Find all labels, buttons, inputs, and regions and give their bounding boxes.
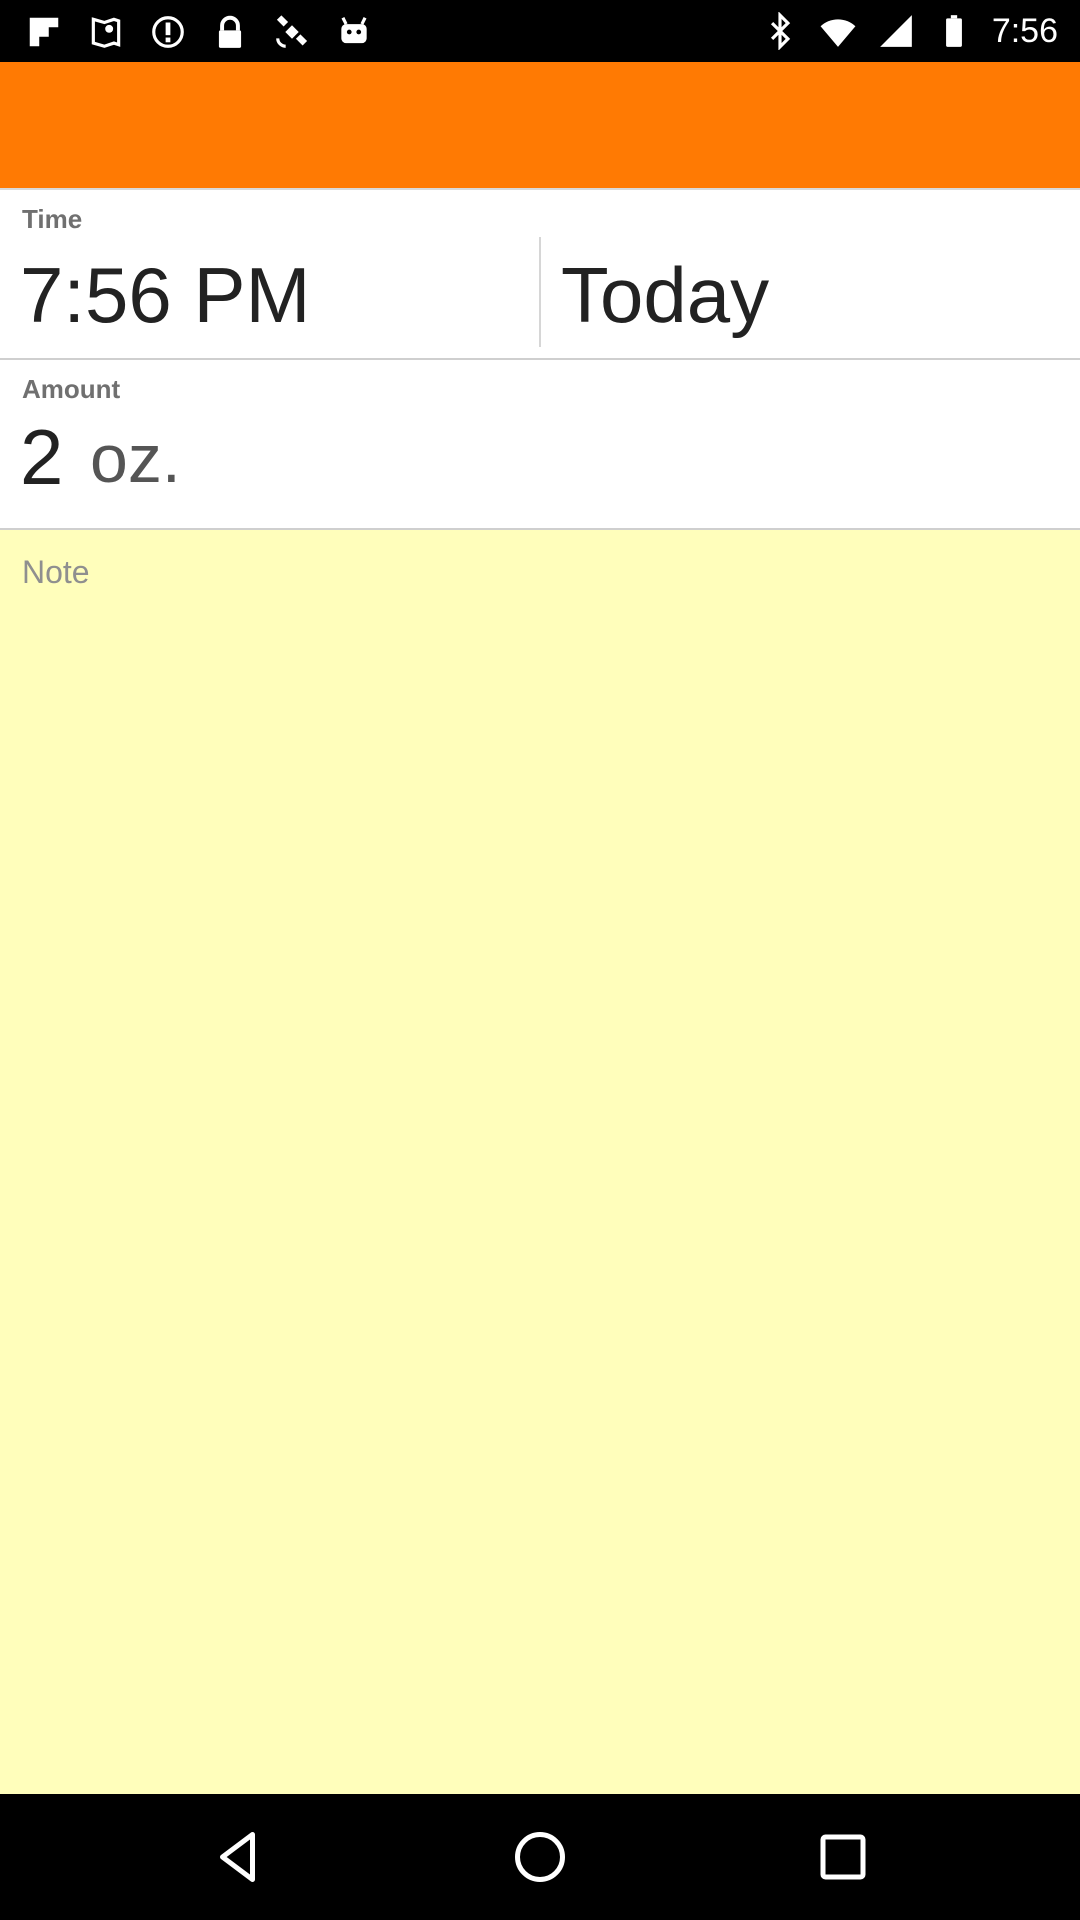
satellite-icon bbox=[272, 12, 312, 52]
amount-input[interactable]: 2 bbox=[20, 412, 63, 503]
maps-icon bbox=[86, 12, 126, 52]
amount-unit[interactable]: oz. bbox=[90, 420, 181, 498]
recents-icon bbox=[820, 1834, 866, 1880]
date-picker[interactable]: Today bbox=[561, 250, 769, 341]
status-bar-notifications bbox=[24, 10, 374, 54]
recents-button[interactable] bbox=[803, 1817, 883, 1897]
home-button[interactable] bbox=[500, 1817, 580, 1897]
amount-label: Amount bbox=[22, 374, 121, 404]
flipboard-icon bbox=[24, 12, 64, 52]
back-icon bbox=[220, 1832, 255, 1882]
status-bar-system: 7:56 bbox=[760, 8, 1058, 54]
note-placeholder: Note bbox=[22, 554, 90, 590]
home-icon bbox=[515, 1832, 565, 1882]
lock-icon bbox=[210, 12, 250, 52]
signal-icon bbox=[876, 11, 916, 51]
status-bar: 7:56 bbox=[0, 0, 1080, 62]
time-label: Time bbox=[22, 204, 83, 234]
android-icon bbox=[334, 12, 374, 52]
app-bar bbox=[0, 62, 1080, 188]
alert-icon bbox=[148, 12, 188, 52]
navigation-bar bbox=[0, 1794, 1080, 1920]
note-field[interactable]: Note bbox=[0, 530, 1080, 1794]
time-date-separator bbox=[539, 237, 541, 347]
time-section: Time 7:56 PM Today bbox=[0, 190, 1080, 358]
battery-icon bbox=[934, 11, 974, 51]
amount-section: Amount 2 oz. bbox=[0, 360, 1080, 528]
bluetooth-icon bbox=[760, 11, 800, 51]
status-bar-time: 7:56 bbox=[991, 11, 1058, 50]
screen: 7:56 Time 7:56 PM Today Amount 2 oz. Not… bbox=[0, 0, 1080, 1920]
wifi-icon bbox=[818, 11, 858, 51]
back-button[interactable] bbox=[200, 1817, 280, 1897]
time-picker[interactable]: 7:56 PM bbox=[20, 250, 310, 341]
